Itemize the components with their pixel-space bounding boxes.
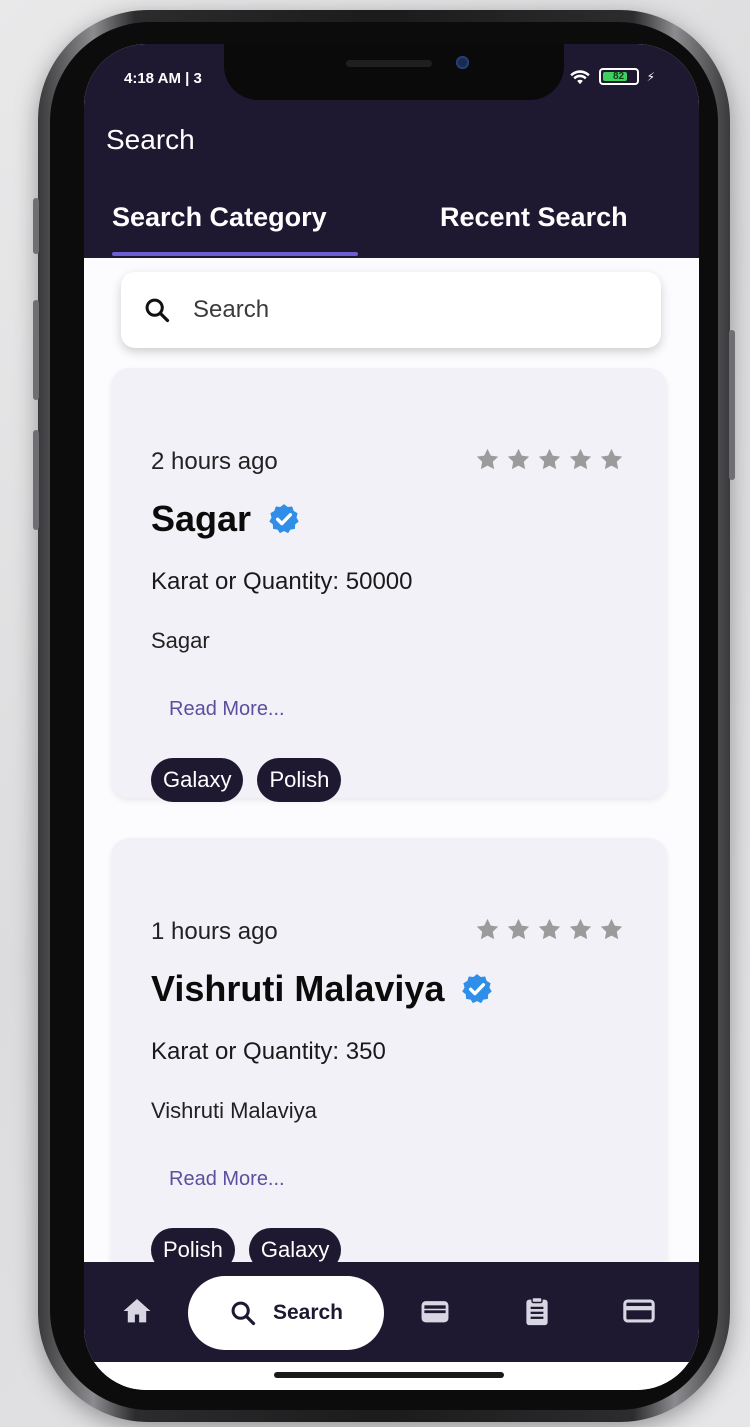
wifi-icon <box>569 69 590 84</box>
result-card[interactable]: 1 hours ago Vishruti Malaviya Karat or Q… <box>111 838 667 1298</box>
active-tab-indicator <box>112 252 358 256</box>
page-title: Search <box>106 124 195 155</box>
star-icon[interactable] <box>598 446 625 473</box>
star-icon[interactable] <box>474 916 501 943</box>
search-icon <box>145 298 170 323</box>
card-name: Vishruti Malaviya <box>151 968 494 1010</box>
home-icon[interactable] <box>120 1294 154 1328</box>
home-indicator[interactable] <box>274 1372 504 1378</box>
phone-screen: 4:18 AM | 3 82 ⚡ Search Search Category … <box>84 44 699 1390</box>
read-more-link[interactable]: Read More... <box>169 698 285 721</box>
star-icon[interactable] <box>567 916 594 943</box>
star-icon[interactable] <box>505 916 532 943</box>
volume-up-button <box>33 300 39 400</box>
star-icon[interactable] <box>598 916 625 943</box>
home-indicator-area <box>84 1362 699 1390</box>
search-results[interactable]: 2 hours ago Sagar Karat or Quantity: 500… <box>84 258 699 1298</box>
credit-card-icon[interactable] <box>622 1294 656 1328</box>
card-timestamp: 1 hours ago <box>151 918 278 945</box>
star-icon[interactable] <box>536 446 563 473</box>
card-name-text: Vishruti Malaviya <box>151 968 445 1009</box>
silent-switch <box>33 198 39 254</box>
volume-down-button <box>33 430 39 530</box>
result-card[interactable]: 2 hours ago Sagar Karat or Quantity: 500… <box>111 368 667 802</box>
search-input[interactable] <box>193 296 633 324</box>
tag-chip[interactable]: Polish <box>257 758 342 802</box>
verified-badge-icon <box>269 504 299 534</box>
status-time: 4:18 AM | 3 <box>124 70 202 87</box>
star-icon[interactable] <box>474 446 501 473</box>
card-description: Sagar <box>151 628 210 653</box>
card-quantity: Karat or Quantity: 350 <box>151 1038 386 1065</box>
read-more-link[interactable]: Read More... <box>169 1168 285 1191</box>
battery-icon: 82 <box>598 68 639 85</box>
card-quantity: Karat or Quantity: 50000 <box>151 568 413 595</box>
notch <box>224 44 564 100</box>
star-icon[interactable] <box>567 446 594 473</box>
card-description: Vishruti Malaviya <box>151 1098 317 1123</box>
card-tags: Galaxy Polish <box>151 758 342 802</box>
search-icon <box>231 1301 256 1326</box>
nav-search-label: Search <box>272 1301 344 1324</box>
card-name-text: Sagar <box>151 498 252 539</box>
speaker-grille <box>346 60 432 67</box>
tag-chip[interactable]: Galaxy <box>151 758 244 802</box>
charging-icon: ⚡ <box>646 69 655 84</box>
verified-badge-icon <box>462 974 493 1004</box>
tab-recent-search[interactable]: Recent Search <box>440 202 628 233</box>
card-name: Sagar <box>151 498 301 540</box>
wallet-icon[interactable] <box>418 1294 452 1328</box>
star-icon[interactable] <box>505 446 532 473</box>
tab-search-category[interactable]: Search Category <box>112 202 327 233</box>
camera-icon <box>456 56 469 69</box>
search-bar[interactable] <box>121 272 661 348</box>
star-icon[interactable] <box>536 916 563 943</box>
battery-level: 82 <box>613 71 625 82</box>
nav-search-button[interactable]: Search <box>188 1276 384 1350</box>
card-timestamp: 2 hours ago <box>151 448 278 475</box>
power-button <box>729 330 735 480</box>
star-rating[interactable] <box>474 916 625 943</box>
clipboard-icon[interactable] <box>520 1294 554 1328</box>
bottom-navigation: Search <box>84 1262 699 1362</box>
star-rating[interactable] <box>474 446 625 473</box>
status-icons: 82 ⚡ <box>569 68 655 85</box>
